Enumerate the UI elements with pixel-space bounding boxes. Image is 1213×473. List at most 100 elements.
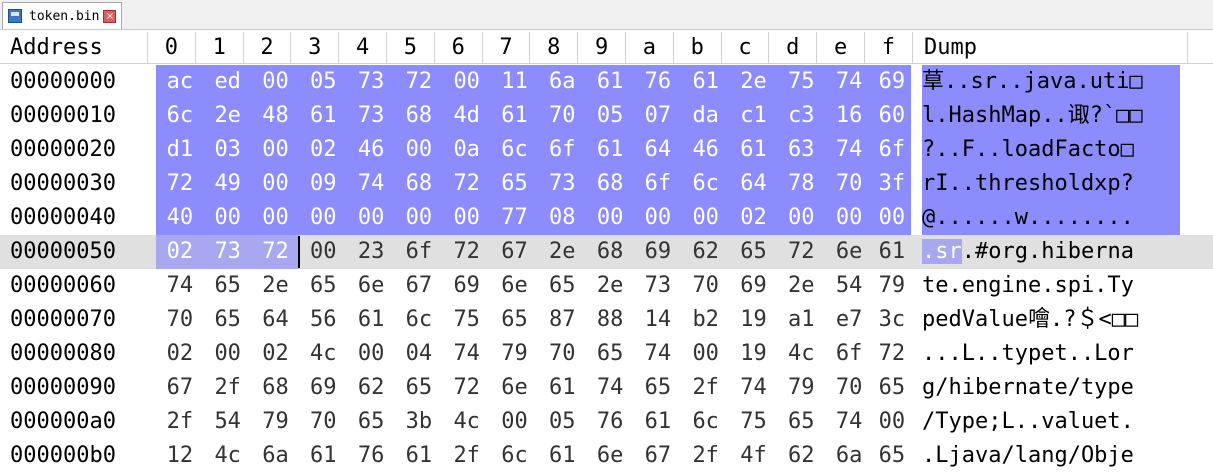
hex-byte[interactable]: 74 xyxy=(730,371,778,405)
hex-byte[interactable]: 65 xyxy=(204,269,252,303)
hex-byte[interactable]: 65 xyxy=(873,439,911,473)
hex-byte[interactable]: 72 xyxy=(443,235,491,269)
hex-byte[interactable]: 54 xyxy=(204,405,252,439)
hex-byte[interactable]: 02 xyxy=(156,235,204,269)
hex-byte[interactable]: 69 xyxy=(634,235,682,269)
hex-byte[interactable]: 4c xyxy=(204,439,252,473)
hex-byte[interactable]: 68 xyxy=(586,167,634,201)
hex-byte[interactable]: 6e xyxy=(586,439,634,473)
hex-byte[interactable]: 70 xyxy=(825,167,873,201)
hex-byte[interactable]: 68 xyxy=(395,167,443,201)
hex-byte[interactable]: 69 xyxy=(443,269,491,303)
hex-byte[interactable]: 69 xyxy=(730,269,778,303)
hex-byte[interactable]: 78 xyxy=(777,167,826,201)
hex-byte[interactable]: 14 xyxy=(634,303,682,337)
hex-row[interactable]: 000000b0 12 4c 6a 61 76 61 2f 6c 61 6e 67 2f 4f 62 6a 65… xyxy=(0,439,1213,473)
hex-byte[interactable]: 61 xyxy=(395,439,443,473)
hex-row[interactable]: 00000020 d1 03 00 02 46 00 0a 6c 6f 61 64 46 61 63 74 6f… xyxy=(0,133,1213,167)
hex-byte[interactable]: 00 xyxy=(204,337,252,371)
hex-byte[interactable]: 00 xyxy=(681,201,730,235)
hex-byte[interactable]: 88 xyxy=(586,303,634,337)
hex-byte[interactable]: 64 xyxy=(252,303,300,337)
hex-byte[interactable]: 67 xyxy=(491,235,539,269)
hex-byte[interactable]: 46 xyxy=(681,133,730,167)
hex-byte[interactable]: 4c xyxy=(777,337,825,371)
hex-byte[interactable]: 62 xyxy=(347,371,395,405)
hex-byte[interactable]: 00 xyxy=(347,201,395,235)
hex-byte[interactable]: 65 xyxy=(586,337,634,371)
hex-byte[interactable]: 75 xyxy=(730,405,778,439)
hex-byte[interactable]: 6f xyxy=(395,235,443,269)
hex-byte[interactable]: 05 xyxy=(586,99,634,133)
row-dump[interactable]: @......w........ xyxy=(922,201,1180,235)
hex-byte[interactable]: 65 xyxy=(299,269,347,303)
row-dump[interactable]: ?..F..loadFacto□ xyxy=(922,133,1180,167)
hex-byte[interactable]: 4f xyxy=(730,439,778,473)
hex-byte[interactable]: 02 xyxy=(299,133,348,167)
hex-byte[interactable]: 4c xyxy=(443,405,491,439)
hex-byte[interactable]: 6c xyxy=(682,405,730,439)
hex-byte[interactable]: 65 xyxy=(873,371,911,405)
hex-byte[interactable]: 05 xyxy=(299,65,348,99)
hex-byte[interactable]: 74 xyxy=(156,269,204,303)
hex-byte[interactable]: 6e xyxy=(347,269,395,303)
hex-byte[interactable]: 65 xyxy=(395,371,443,405)
hex-byte[interactable]: 70 xyxy=(538,337,586,371)
hex-byte[interactable]: e7 xyxy=(825,303,873,337)
hex-byte[interactable]: 2f xyxy=(443,439,491,473)
hex-byte[interactable]: 77 xyxy=(490,201,539,235)
close-icon[interactable]: × xyxy=(103,9,117,23)
hex-byte[interactable]: 87 xyxy=(538,303,586,337)
hex-byte[interactable]: 61 xyxy=(586,65,634,99)
row-dump[interactable]: .Ljava/lang/Obje xyxy=(922,439,1180,473)
row-dump[interactable]: te.engine.spi.Ty xyxy=(922,269,1180,303)
hex-byte[interactable]: 65 xyxy=(347,405,395,439)
hex-byte[interactable]: b2 xyxy=(682,303,730,337)
hex-byte[interactable]: 65 xyxy=(634,371,682,405)
hex-byte[interactable]: 2f xyxy=(682,371,730,405)
hex-byte[interactable]: 65 xyxy=(491,303,539,337)
hex-byte[interactable]: 2f xyxy=(156,405,204,439)
tab-token-bin[interactable]: token.bin × xyxy=(2,2,122,29)
hex-byte[interactable]: 00 xyxy=(347,337,395,371)
hex-byte[interactable]: 74 xyxy=(825,133,873,167)
hex-byte[interactable]: 0a xyxy=(442,133,491,167)
hex-byte[interactable]: 72 xyxy=(251,235,300,269)
hex-byte[interactable]: 6c xyxy=(395,303,443,337)
row-dump[interactable]: 䓍..sr..java.uti□ xyxy=(922,65,1180,99)
hex-byte[interactable]: 6c xyxy=(491,439,539,473)
hex-row[interactable]: 00000080 02 00 02 4c 00 04 74 79 70 65 74 00 19 4c 6f 72… xyxy=(0,337,1213,371)
hex-byte[interactable]: 72 xyxy=(873,337,911,371)
hex-byte[interactable]: 62 xyxy=(777,439,825,473)
hex-byte[interactable]: 00 xyxy=(251,201,300,235)
row-dump[interactable]: rI..thresholdxp? xyxy=(922,167,1180,201)
hex-byte[interactable]: c1 xyxy=(729,99,778,133)
hex-byte[interactable]: d1 xyxy=(156,133,204,167)
hex-byte[interactable]: 64 xyxy=(634,133,682,167)
hex-byte[interactable]: 79 xyxy=(873,269,911,303)
hex-byte[interactable]: 68 xyxy=(586,235,634,269)
hex-byte[interactable]: 6e xyxy=(491,371,539,405)
hex-byte[interactable]: 69 xyxy=(299,371,347,405)
hex-byte[interactable]: c3 xyxy=(777,99,826,133)
hex-byte[interactable]: 76 xyxy=(634,65,682,99)
hex-byte[interactable]: 62 xyxy=(682,235,730,269)
hex-byte[interactable]: 3b xyxy=(395,405,443,439)
hex-row[interactable]: 00000050 02 73 72 00 23 6f 72 67 2e 68 69 62 65 72 6e 61… xyxy=(0,235,1213,269)
hex-byte[interactable]: da xyxy=(681,99,730,133)
hex-byte[interactable]: 74 xyxy=(347,167,395,201)
hex-byte[interactable]: 6a xyxy=(825,439,873,473)
row-dump[interactable]: pedValue噲.?＄<□□ xyxy=(922,303,1180,337)
hex-byte[interactable]: 6c xyxy=(681,167,730,201)
hex-byte[interactable]: 74 xyxy=(634,337,682,371)
hex-byte[interactable]: 6f xyxy=(538,133,587,167)
hex-byte[interactable]: 73 xyxy=(347,99,395,133)
hex-byte[interactable]: 76 xyxy=(586,405,634,439)
hex-byte[interactable]: 00 xyxy=(777,201,826,235)
hex-row[interactable]: 00000060 74 65 2e 65 6e 67 69 6e 65 2e 73 70 69 2e 54 79… xyxy=(0,269,1213,303)
hex-byte[interactable]: 09 xyxy=(299,167,348,201)
hex-row[interactable]: 00000040 40 00 00 00 00 00 00 77 08 00 00 00 02 00 00 00… xyxy=(0,201,1213,235)
hex-byte[interactable]: 6c xyxy=(490,133,539,167)
hex-byte[interactable]: 6c xyxy=(156,99,204,133)
hex-byte[interactable]: 69 xyxy=(873,65,911,99)
